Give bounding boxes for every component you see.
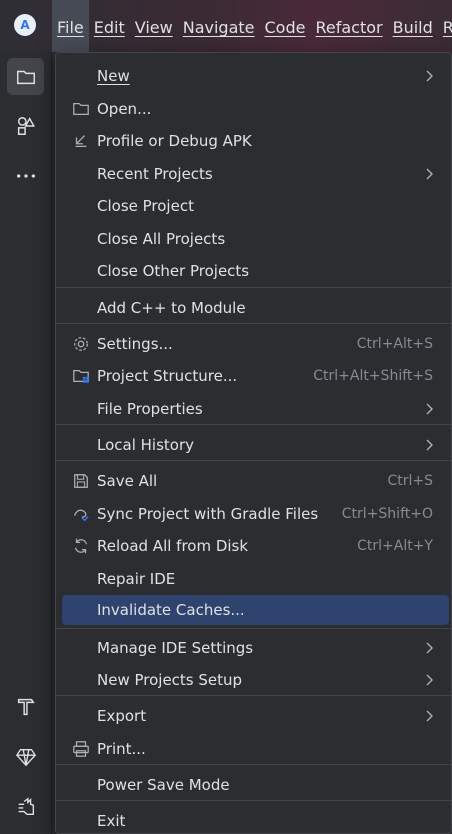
menu-view[interactable]: View (130, 0, 178, 52)
chevron-right-icon (426, 710, 433, 722)
title-bar: A File Edit View Navigate Code Refactor … (0, 0, 452, 52)
shortcut-label: Ctrl+Alt+Shift+S (313, 368, 433, 384)
chevron-right-icon (426, 642, 433, 654)
project-tool-button[interactable] (7, 58, 44, 95)
menu-separator (56, 764, 451, 765)
menu-item-label: Close All Projects (97, 230, 226, 248)
refresh-icon (70, 535, 92, 557)
menu-item-exit[interactable]: Exit (62, 806, 449, 834)
menu-item-profile-debug-apk[interactable]: Profile or Debug APK (62, 126, 449, 156)
menu-code[interactable]: Code (260, 0, 311, 52)
shortcut-label: Ctrl+Alt+S (356, 336, 433, 352)
menu-build[interactable]: Build (388, 0, 438, 52)
menu-item-label: New Projects Setup (97, 671, 243, 689)
file-menu-dropdown: New Open... Profile or Debug APK Recent … (55, 52, 452, 834)
cat-icon (18, 796, 34, 815)
menu-item-label: Profile or Debug APK (97, 132, 252, 150)
menu-item-new-projects-setup[interactable]: New Projects Setup (62, 665, 449, 695)
shapes-icon (17, 116, 35, 135)
menu-separator (56, 424, 451, 425)
chevron-right-icon (426, 439, 433, 451)
gemini-tool-button[interactable] (7, 738, 44, 775)
menu-item-project-structure[interactable]: Project Structure... Ctrl+Alt+Shift+S (62, 361, 449, 391)
menu-item-manage-ide-settings[interactable]: Manage IDE Settings (62, 633, 449, 663)
resource-manager-button[interactable] (7, 107, 44, 144)
import-arrow-icon (70, 130, 92, 152)
menu-separator (56, 628, 451, 629)
project-structure-icon (70, 365, 92, 387)
menu-item-close-all-projects[interactable]: Close All Projects (62, 224, 449, 254)
build-tool-button[interactable] (7, 688, 44, 725)
menu-refactor[interactable]: Refactor (310, 0, 387, 52)
menu-run[interactable]: Ru (438, 0, 452, 52)
menu-item-label: Exit (97, 812, 126, 830)
shortcut-label: Ctrl+Alt+Y (357, 538, 433, 554)
menu-item-label: Open... (97, 100, 152, 118)
menu-item-label: Export (97, 707, 147, 725)
menu-item-label: File Properties (97, 400, 203, 418)
menu-item-label: Power Save Mode (97, 776, 230, 794)
menu-item-new[interactable]: New (62, 61, 449, 91)
chevron-right-icon (426, 70, 433, 82)
menu-item-label: New (97, 67, 130, 85)
menu-item-label: Reload All from Disk (97, 537, 249, 555)
menu-item-label: Settings... (97, 335, 173, 353)
menu-item-label: Invalidate Caches... (97, 601, 245, 619)
menu-item-invalidate-caches[interactable]: Invalidate Caches... (62, 595, 449, 625)
folder-icon (16, 70, 35, 84)
chevron-right-icon (426, 674, 433, 686)
menu-item-reload-disk[interactable]: Reload All from Disk Ctrl+Alt+Y (62, 531, 449, 561)
menu-item-label: Close Other Projects (97, 262, 250, 280)
android-studio-logo-icon[interactable]: A (14, 14, 36, 36)
menu-item-label: Save All (97, 472, 158, 490)
menu-separator (56, 323, 451, 324)
menu-item-power-save-mode[interactable]: Power Save Mode (62, 770, 449, 800)
menu-item-close-other-projects[interactable]: Close Other Projects (62, 256, 449, 286)
logcat-tool-button[interactable] (7, 788, 44, 825)
shortcut-label: Ctrl+S (387, 473, 433, 489)
menu-item-recent-projects[interactable]: Recent Projects (62, 159, 449, 189)
chevron-right-icon (426, 168, 433, 180)
menu-separator (56, 460, 451, 461)
menu-item-local-history[interactable]: Local History (62, 430, 449, 460)
main-menu-bar: File Edit View Navigate Code Refactor Bu… (52, 0, 452, 52)
shortcut-label: Ctrl+Shift+O (341, 506, 433, 522)
menu-item-close-project[interactable]: Close Project (62, 191, 449, 221)
folder-icon (70, 98, 92, 120)
menu-item-label: Local History (97, 436, 195, 454)
menu-item-sync-gradle[interactable]: Sync Project with Gradle Files Ctrl+Shif… (62, 499, 449, 529)
menu-item-label: Close Project (97, 197, 194, 215)
menu-edit[interactable]: Edit (89, 0, 130, 52)
menu-item-save-all[interactable]: Save All Ctrl+S (62, 466, 449, 496)
chevron-right-icon (426, 403, 433, 415)
gradle-sync-icon (70, 503, 92, 525)
more-icon (16, 173, 35, 178)
menu-file[interactable]: File (52, 0, 89, 52)
menu-item-label: Add C++ to Module (97, 299, 246, 317)
menu-item-print[interactable]: Print... (62, 734, 449, 764)
menu-item-open[interactable]: Open... (62, 94, 449, 124)
menu-item-label: Sync Project with Gradle Files (97, 505, 319, 523)
gem-icon (15, 748, 36, 766)
printer-icon (70, 738, 92, 760)
gear-icon (70, 333, 92, 355)
menu-item-label: Repair IDE (97, 570, 176, 588)
tool-window-strip (0, 52, 52, 834)
menu-item-settings[interactable]: Settings... Ctrl+Alt+S (62, 329, 449, 359)
menu-separator (56, 287, 451, 288)
menu-item-file-properties[interactable]: File Properties (62, 394, 449, 424)
save-icon (70, 470, 92, 492)
menu-item-repair-ide[interactable]: Repair IDE (62, 564, 449, 594)
hammer-icon (17, 698, 35, 715)
menu-item-add-cpp-module[interactable]: Add C++ to Module (62, 293, 449, 323)
menu-item-label: Manage IDE Settings (97, 639, 254, 657)
menu-item-label: Recent Projects (97, 165, 213, 183)
menu-item-label: Project Structure... (97, 367, 238, 385)
menu-separator (56, 695, 451, 696)
menu-item-export[interactable]: Export (62, 701, 449, 731)
more-tools-button[interactable] (7, 157, 44, 194)
menu-navigate[interactable]: Navigate (178, 0, 260, 52)
menu-item-label: Print... (97, 740, 146, 758)
menu-separator (56, 800, 451, 801)
